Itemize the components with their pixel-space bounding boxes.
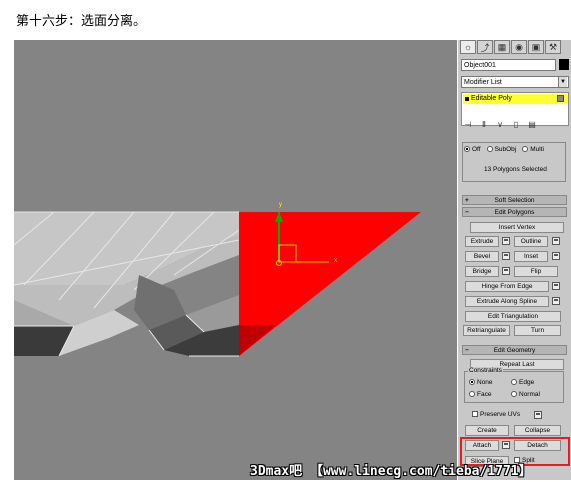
gizmo-x-label: x	[334, 258, 337, 264]
create-button[interactable]: Create	[465, 425, 509, 436]
modifier-list-label: Modifier List	[464, 79, 502, 86]
radio-icon	[522, 146, 529, 153]
viewport-scene: y x	[14, 202, 421, 357]
bevel-button[interactable]: Bevel	[465, 251, 499, 262]
modify-icon[interactable]: ⤴	[477, 40, 493, 54]
extrude-settings-icon[interactable]	[502, 237, 510, 245]
preview-multi-label: Multi	[530, 146, 544, 153]
collapse-minus-icon: −	[465, 347, 469, 354]
preserve-uvs-label: Preserve UVs	[480, 411, 521, 418]
radio-icon	[464, 146, 470, 153]
modifier-list-dropdown[interactable]: Modifier List ▼	[461, 76, 569, 88]
extrude-spline-settings-icon[interactable]	[552, 297, 560, 305]
rollout-label: Soft Selection	[494, 197, 535, 204]
radio-icon	[469, 391, 475, 398]
create-icon[interactable]: ☼	[460, 40, 476, 54]
constraint-edge-label: Edge	[519, 379, 535, 386]
watermark: 3Dmax吧 【www.linecg.com/tieba/1771】	[250, 464, 532, 479]
constraint-none-option[interactable]: None	[469, 379, 493, 386]
rollout-label: Edit Geometry	[493, 347, 536, 354]
constraint-face-label: Face	[477, 391, 492, 398]
turn-button[interactable]: Turn	[514, 325, 561, 336]
show-end-result-icon[interactable]: Ⅱ	[479, 120, 489, 129]
stack-item-label: Editable Poly	[471, 95, 512, 102]
gizmo-y-label: y	[279, 202, 282, 208]
retriangulate-button[interactable]: Retriangulate	[463, 325, 510, 336]
object-name-field[interactable]: Object001	[461, 59, 556, 71]
constraint-face-option[interactable]: Face	[469, 391, 491, 398]
checkbox-icon	[472, 411, 478, 418]
bridge-button[interactable]: Bridge	[465, 266, 499, 277]
selection-preview-options: Off SubObj Multi	[464, 146, 544, 153]
preview-subobj-label: SubObj	[494, 146, 517, 153]
3d-viewport[interactable]: y x	[14, 40, 457, 480]
preview-subobj-option[interactable]: SubObj	[486, 146, 517, 153]
constraint-edge-option[interactable]: Edge	[511, 379, 534, 386]
insert-vertex-button[interactable]: Insert Vertex	[470, 222, 564, 233]
utilities-icon[interactable]: ⚒	[545, 40, 561, 54]
outline-button[interactable]: Outline	[514, 236, 548, 247]
collapse-minus-icon: −	[465, 209, 469, 216]
rollout-label: Edit Polygons	[494, 209, 535, 216]
selected-polygons[interactable]	[239, 212, 421, 356]
radio-icon	[486, 146, 493, 153]
inset-settings-icon[interactable]	[552, 252, 560, 260]
hinge-from-edge-button[interactable]: Hinge From Edge	[465, 281, 549, 292]
constraint-normal-option[interactable]: Normal	[511, 391, 540, 398]
stack-item-editable-poly[interactable]: Editable Poly	[463, 94, 567, 104]
object-color-swatch[interactable]	[559, 59, 569, 70]
radio-icon	[511, 379, 517, 386]
make-unique-icon[interactable]: ∨	[495, 120, 505, 129]
chevron-down-icon: ▼	[558, 77, 567, 87]
rollout-edit-geometry[interactable]: − Edit Geometry	[462, 345, 567, 355]
motion-icon[interactable]: ◉	[511, 40, 527, 54]
collapse-button[interactable]: Collapse	[514, 425, 561, 436]
selection-count: 13 Polygons Selected	[484, 166, 547, 173]
radio-icon	[469, 379, 475, 386]
preview-multi-option[interactable]: Multi	[522, 146, 544, 153]
command-panel: ☼ ⤴ ▦ ◉ ▣ ⚒ Object001 Modifier List ▼ Ed…	[458, 40, 571, 480]
hierarchy-icon[interactable]: ▦	[494, 40, 510, 54]
edit-triangulation-button[interactable]: Edit Triangulation	[465, 311, 561, 322]
remove-modifier-icon[interactable]: ▯	[511, 120, 521, 129]
flip-button[interactable]: Flip	[514, 266, 558, 277]
inset-button[interactable]: Inset	[514, 251, 548, 262]
rollout-edit-polygons[interactable]: − Edit Polygons	[462, 207, 567, 217]
preview-off-label: Off	[472, 146, 481, 153]
bevel-settings-icon[interactable]	[502, 252, 510, 260]
preserve-uvs-settings-icon[interactable]	[534, 411, 542, 419]
command-panel-tabs: ☼ ⤴ ▦ ◉ ▣ ⚒	[460, 40, 561, 55]
hinge-settings-icon[interactable]	[552, 282, 560, 290]
outline-settings-icon[interactable]	[552, 237, 560, 245]
preview-off-option[interactable]: Off	[464, 146, 481, 153]
radio-icon	[511, 391, 517, 398]
extrude-button[interactable]: Extrude	[465, 236, 499, 247]
rollout-soft-selection[interactable]: + Soft Selection	[462, 195, 567, 205]
constraints-label: Constraints	[468, 367, 503, 374]
display-icon[interactable]: ▣	[528, 40, 544, 54]
stack-toolbar: ⊣ Ⅱ ∨ ▯ ▤	[463, 120, 537, 129]
toggle-icon[interactable]	[557, 95, 564, 102]
preserve-uvs-checkbox[interactable]: Preserve UVs	[472, 411, 520, 418]
expand-icon[interactable]	[465, 97, 469, 101]
constraint-none-label: None	[477, 379, 493, 386]
pin-stack-icon[interactable]: ⊣	[463, 120, 473, 129]
bridge-settings-icon[interactable]	[502, 267, 510, 275]
constraints-group: Constraints None Edge Face Normal	[464, 367, 564, 403]
step-caption: 第十六步：选面分离。	[16, 14, 147, 29]
extrude-along-spline-button[interactable]: Extrude Along Spline	[465, 296, 549, 307]
expand-plus-icon: +	[465, 197, 469, 204]
constraint-normal-label: Normal	[519, 391, 540, 398]
configure-sets-icon[interactable]: ▤	[527, 120, 537, 129]
